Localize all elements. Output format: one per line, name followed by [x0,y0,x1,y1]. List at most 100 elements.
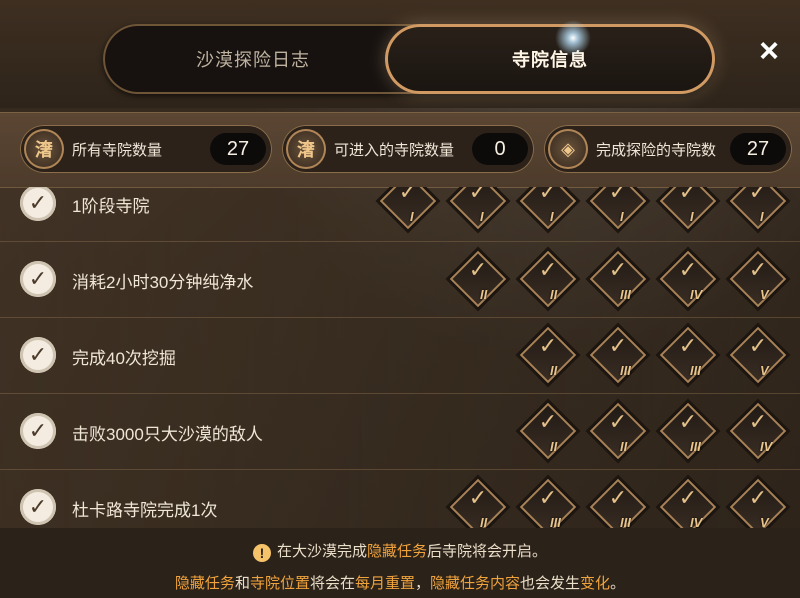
badge-check-icon: ✓ [538,409,558,434]
stage-badge-icon: ✓ I [376,187,440,233]
stat-value: 0 [472,133,528,165]
stage-numeral: I [410,209,414,224]
stage-badge-icon: ✓ IV [656,247,720,311]
stage-numeral: I [690,209,694,224]
notice-text: ， [415,575,431,592]
badge-check-icon: ✓ [748,485,768,510]
stat-label: 所有寺院数量 [72,141,163,159]
stage-badge-icon: ✓ II [446,475,510,528]
badge-check-icon: ✓ [538,333,558,358]
badge-check-icon: ✓ [608,409,628,434]
notice-text: 后寺院将会开启。 [427,543,548,560]
stage-badge-icon: ✓ I [586,187,650,233]
badge-check-icon: ✓ [678,257,698,282]
badge-check-icon: ✓ [748,333,768,358]
notice-highlight: 每月重置 [354,575,415,592]
stat-completed-temples: ◈ 完成探险的寺院数 27 [544,125,792,173]
tab-temple-info[interactable]: 寺院信息 [385,24,715,94]
badge-check-icon: ✓ [748,187,768,204]
badge-check-icon: ✓ [398,187,418,204]
condition-row: ✓ 消耗2小时30分钟纯净水 ✓ II ✓ II ✓ III ✓ IV ✓ V [0,241,800,318]
stat-all-temples: 㵔 所有寺院数量 27 [20,125,272,173]
stage-numeral: II [550,287,558,302]
stage-numeral: II [550,363,558,378]
stat-label: 完成探险的寺院数 [596,141,717,159]
stats-bar: 㵔 所有寺院数量 27 㵔 可进入的寺院数量 0 ◈ 完成探险的寺院数 27 [0,112,800,188]
stage-numeral: II [550,439,558,454]
stage-badge-icon: ✓ II [516,399,580,463]
stat-value: 27 [210,133,266,165]
badge-check-icon: ✓ [608,257,628,282]
badge-check-icon: ✓ [678,409,698,434]
stage-numeral: III [620,515,631,528]
notice-text: 也会发生 [520,575,581,592]
stage-badge-icon: ✓ II [446,247,510,311]
notice-highlight: 隐藏任务 [366,543,427,560]
stage-numeral: II [480,515,488,528]
stage-badge-icon: ✓ II [586,399,650,463]
notice-line-2: 隐藏任务和寺院位置将会在每月重置，隐藏任务内容也会发生变化。 [0,572,800,593]
condition-list[interactable]: ✓ 1阶段寺院 ✓ I ✓ I ✓ I ✓ I ✓ I ✓ I ✓ 消耗2小时30分钟纯净水 ✓ II ✓… [0,187,800,528]
stat-label: 可进入的寺院数量 [334,141,455,159]
stage-badges: ✓ II ✓ III ✓ III ✓ V [516,323,790,387]
stage-badge-icon: ✓ III [586,475,650,528]
stage-numeral: III [550,515,561,528]
notice-text: 将会在 [309,575,355,592]
stage-badges: ✓ II ✓ II ✓ III ✓ IV ✓ V [446,247,790,311]
stage-numeral: IV [690,287,703,302]
badge-check-icon: ✓ [748,409,768,434]
condition-label: 完成40次挖掘 [72,349,176,368]
footer-notice: ! 在大沙漠完成隐藏任务后寺院将会开启。 隐藏任务和寺院位置将会在每月重置，隐藏任… [0,528,800,598]
notice-text: 和 [234,575,250,592]
badge-check-icon: ✓ [538,187,558,204]
stage-numeral: III [620,287,631,302]
stage-badge-icon: ✓ V [726,247,790,311]
stage-badge-icon: ✓ II [516,247,580,311]
check-icon: ✓ [20,489,56,525]
stage-badge-icon: ✓ V [726,475,790,528]
temple-icon: 㵔 [24,129,64,169]
stat-value: 27 [730,133,786,165]
badge-check-icon: ✓ [678,333,698,358]
stage-badge-icon: ✓ III [656,399,720,463]
stage-numeral: II [620,439,628,454]
check-icon: ✓ [20,337,56,373]
notice-line-1: ! 在大沙漠完成隐藏任务后寺院将会开启。 [0,540,800,562]
badge-check-icon: ✓ [468,187,488,204]
stage-numeral: V [760,363,769,378]
tab-desert-log[interactable]: 沙漠探险日志 [103,24,403,94]
badge-check-icon: ✓ [468,257,488,282]
stage-numeral: V [760,515,769,528]
stage-badge-icon: ✓ I [446,187,510,233]
stage-numeral: IV [760,439,773,454]
stage-badge-icon: ✓ III [656,323,720,387]
stage-numeral: III [690,439,701,454]
check-icon: ✓ [20,261,56,297]
stage-badge-icon: ✓ I [656,187,720,233]
stage-badge-icon: ✓ IV [726,399,790,463]
notice-text: 在大沙漠完成 [276,543,367,560]
stage-numeral: I [480,209,484,224]
stage-badge-icon: ✓ II [516,323,580,387]
condition-label: 杜卡路寺院完成1次 [72,501,218,520]
notice-highlight: 变化 [580,575,611,592]
notice-highlight: 隐藏任务内容 [430,575,521,592]
stage-numeral: I [620,209,624,224]
stage-numeral: III [690,363,701,378]
close-button[interactable]: × [752,34,786,68]
stage-badge-icon: ✓ III [586,247,650,311]
condition-row: ✓ 杜卡路寺院完成1次 ✓ II ✓ III ✓ III ✓ IV ✓ V [0,469,800,528]
tab-bar: 沙漠探险日志 寺院信息 [103,24,715,94]
stage-badge-icon: ✓ IV [656,475,720,528]
condition-label: 1阶段寺院 [72,197,150,216]
badge-check-icon: ✓ [678,187,698,204]
stage-badge-icon: ✓ III [516,475,580,528]
stage-numeral: III [620,363,631,378]
notice-text: 。 [610,575,626,592]
check-icon: ✓ [20,187,56,221]
stage-numeral: II [480,287,488,302]
stage-numeral: I [760,209,764,224]
stage-badge-icon: ✓ V [726,323,790,387]
condition-label: 消耗2小时30分钟纯净水 [72,273,254,292]
notice-highlight: 隐藏任务 [174,575,235,592]
